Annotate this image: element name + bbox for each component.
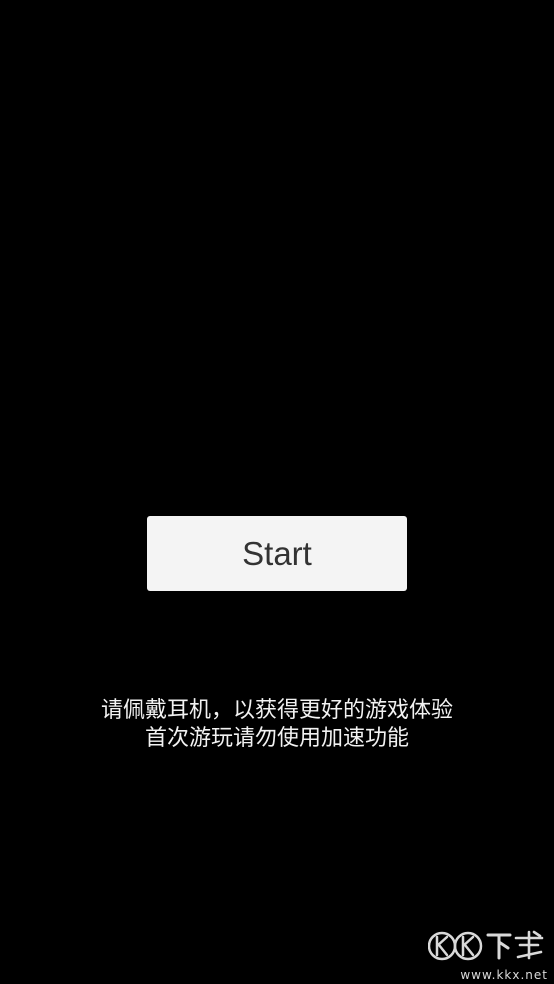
site-watermark: www.kkx.net bbox=[428, 926, 548, 982]
headphones-notice: 请佩戴耳机，以获得更好的游戏体验 bbox=[100, 698, 453, 723]
kk-logo-icon bbox=[428, 930, 544, 961]
watermark-url: www.kkx.net bbox=[460, 968, 548, 982]
game-start-screen: Start 请佩戴耳机，以获得更好的游戏体验 首次游玩请勿使用加速功能 www.… bbox=[0, 0, 554, 984]
start-button[interactable]: Start bbox=[147, 516, 407, 591]
acceleration-warning: 首次游玩请勿使用加速功能 bbox=[144, 726, 409, 751]
